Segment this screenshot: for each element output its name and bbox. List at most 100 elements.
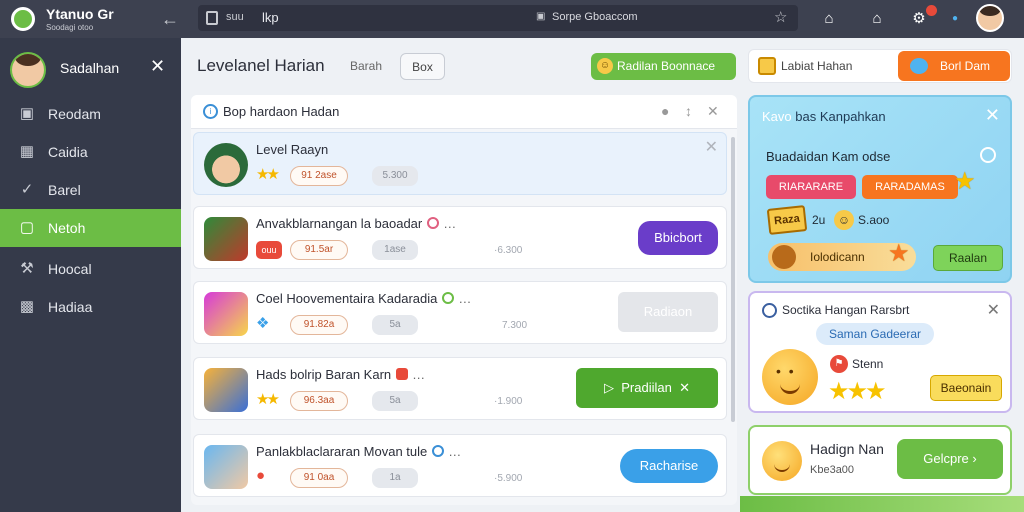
address-prefix: suu [226, 11, 244, 23]
brand-logo [11, 7, 35, 31]
card-subtitle: Kbe3a00 [810, 464, 855, 476]
scrollbar[interactable] [731, 137, 735, 422]
coin-icon [772, 245, 796, 269]
meta-text: ·1.900 [494, 396, 523, 407]
info-icon: i [203, 104, 218, 119]
user-avatar[interactable] [10, 52, 46, 88]
achievement-card: Soctika Hangan Rarsbrt ✕ Saman Gadeerar … [748, 291, 1012, 413]
meta-text: 7.300 [502, 320, 528, 331]
sort-icon[interactable]: ↕ [685, 103, 692, 119]
coin-count: S.aoo [858, 213, 890, 227]
smile-icon: ☺ [597, 58, 613, 74]
flag-icon [396, 368, 409, 380]
smile-icon: ☺ [834, 210, 854, 230]
list-title: Bop hardaon Hadan [223, 104, 340, 119]
row-action-button[interactable]: Bbicbort [638, 221, 718, 255]
category-badge: ouu [256, 241, 282, 259]
page-icon [206, 11, 218, 25]
back-arrow-icon[interactable]: ← [158, 7, 182, 31]
sidebar-item-label: Hadiaa [48, 299, 93, 315]
check-circle-icon: ✓ [20, 181, 34, 198]
info-icon[interactable] [980, 147, 996, 163]
sidebar-item-hoocal[interactable]: ⚒ Hoocal [0, 250, 181, 288]
continue-button[interactable]: Gelcpre › [897, 439, 1003, 479]
user-name: Sadalhan [60, 60, 120, 76]
count-chip: 5a [372, 391, 418, 411]
tag-orange[interactable]: RARADAMAS [862, 175, 958, 199]
sidebar: Sadalhan ✕ ▣ Reodam ▦ Caidia ✓ Barel ▢ N… [0, 38, 181, 512]
green-action-button[interactable]: ☺ Radilan Boonnace [591, 53, 736, 80]
lock-icon: ▣ [536, 11, 546, 22]
emoji-face-icon [762, 349, 818, 405]
row-action-button[interactable]: ▷ Pradiilan ✕ [576, 368, 718, 408]
refresh-icon[interactable]: ● [661, 103, 669, 119]
close-icon[interactable]: ✕ [150, 56, 165, 77]
address-path: lkp [262, 10, 279, 25]
ticket-icon: Raza [766, 205, 808, 235]
dot-icon[interactable]: ● [944, 8, 966, 30]
yellow-button[interactable]: Baeonain [930, 375, 1002, 401]
star-icon: ★ [888, 240, 910, 267]
brand-subtitle: Soodagi otoo [46, 23, 94, 32]
calendar-icon: ▣ [19, 105, 35, 122]
list-item[interactable]: Level Raayn ★★ 91 2ase 5.300 ✕ [193, 132, 727, 195]
top-bar: Ytanuo Gr Soodagi otoo ← suu lkp ▣ Sorpe… [0, 0, 1024, 38]
list-item-title: Coel Hoovementaira Kadaradia… [256, 291, 472, 306]
star-icon: ★ [954, 168, 976, 195]
orange-button[interactable]: Borl Dam [898, 51, 1010, 81]
ellipsis-icon: … [443, 216, 457, 231]
stars-icon: ★★ [256, 166, 280, 183]
brand-name: Ytanuo Gr [46, 6, 114, 22]
ticket-count: 2u [812, 213, 826, 227]
list-item-title: Panlakblaclararan Movan tule… [256, 444, 462, 459]
emoji-face-icon [762, 441, 802, 481]
search-label[interactable]: Barah [350, 59, 382, 73]
row-action-button[interactable]: Racharise [620, 449, 718, 483]
row-action-button-disabled[interactable]: Radiaon [618, 292, 718, 332]
right-top-bar: Labiat Hahan Borl Dam [748, 49, 1012, 83]
close-icon[interactable]: ✕ [707, 103, 719, 120]
sidebar-item-label: Netoh [48, 220, 86, 236]
list-item-title: Anvakblarnangan la baoadar… [256, 216, 457, 231]
home-alt-icon[interactable]: ⌂ [866, 8, 888, 30]
status-dot-icon [432, 445, 445, 457]
list-item[interactable]: Coel Hoovementaira Kadaradia… ❖ 91.82a 5… [193, 281, 727, 344]
avatar[interactable] [976, 4, 1004, 32]
sidebar-item-netoh[interactable]: ▢ Netoh [0, 209, 181, 247]
close-icon[interactable]: ✕ [985, 105, 1000, 126]
home-icon[interactable]: ⌂ [818, 8, 840, 30]
sidebar-item-label: Hoocal [48, 261, 92, 277]
close-icon[interactable]: ✕ [987, 300, 1000, 320]
sidebar-item-barel[interactable]: ✓ Barel [0, 171, 181, 209]
sidebar-item-hadiaa[interactable]: ▩ Hadiaa [0, 288, 181, 326]
bookmark-icon: ▦ [19, 143, 35, 160]
info-icon [762, 303, 777, 318]
meta-text: ·5.900 [494, 473, 523, 484]
card-title: Soctika Hangan Rarsbrt [782, 303, 910, 317]
status-dot-icon [442, 292, 455, 304]
list-item[interactable]: Panlakblaclararan Movan tule… ● 91 0aa 1… [193, 434, 727, 497]
bar-chart-icon: ▩ [19, 298, 35, 315]
address-bar[interactable]: suu lkp ▣ Sorpe Gboaccom ☆ [198, 5, 798, 31]
meta-text: ·6.300 [494, 245, 523, 256]
box-button[interactable]: Box [400, 53, 445, 80]
sidebar-item-caidia[interactable]: ▦ Caidia [0, 133, 181, 171]
game-thumb [204, 368, 248, 412]
close-icon[interactable]: ✕ [705, 137, 718, 157]
tag-red[interactable]: RIARARARE [766, 175, 856, 199]
sidebar-item-reodam[interactable]: ▣ Reodam [0, 95, 181, 133]
calendar-icon [758, 57, 776, 75]
ellipsis-icon: … [458, 291, 472, 306]
claim-button[interactable]: Raalan [933, 245, 1003, 271]
list-item[interactable]: Anvakblarnangan la baoadar… ouu 91.5ar 1… [193, 206, 727, 269]
right-top-label: Labiat Hahan [781, 59, 853, 73]
list-item[interactable]: Hads bolrip Baran Karn… ★★ 96.3aa 5a ·1.… [193, 357, 727, 420]
address-domain: Sorpe Gboaccom [552, 11, 638, 23]
status-dot-icon [427, 217, 440, 229]
star-icon[interactable]: ☆ [774, 8, 787, 26]
score-chip: 91.5ar [290, 240, 348, 260]
count-chip: 1a [372, 468, 418, 488]
reward-bar-label: Iolodicann [810, 250, 865, 264]
brand[interactable]: Ytanuo Gr Soodagi otoo [8, 4, 138, 34]
wrench-icon: ⚒ [20, 260, 34, 277]
